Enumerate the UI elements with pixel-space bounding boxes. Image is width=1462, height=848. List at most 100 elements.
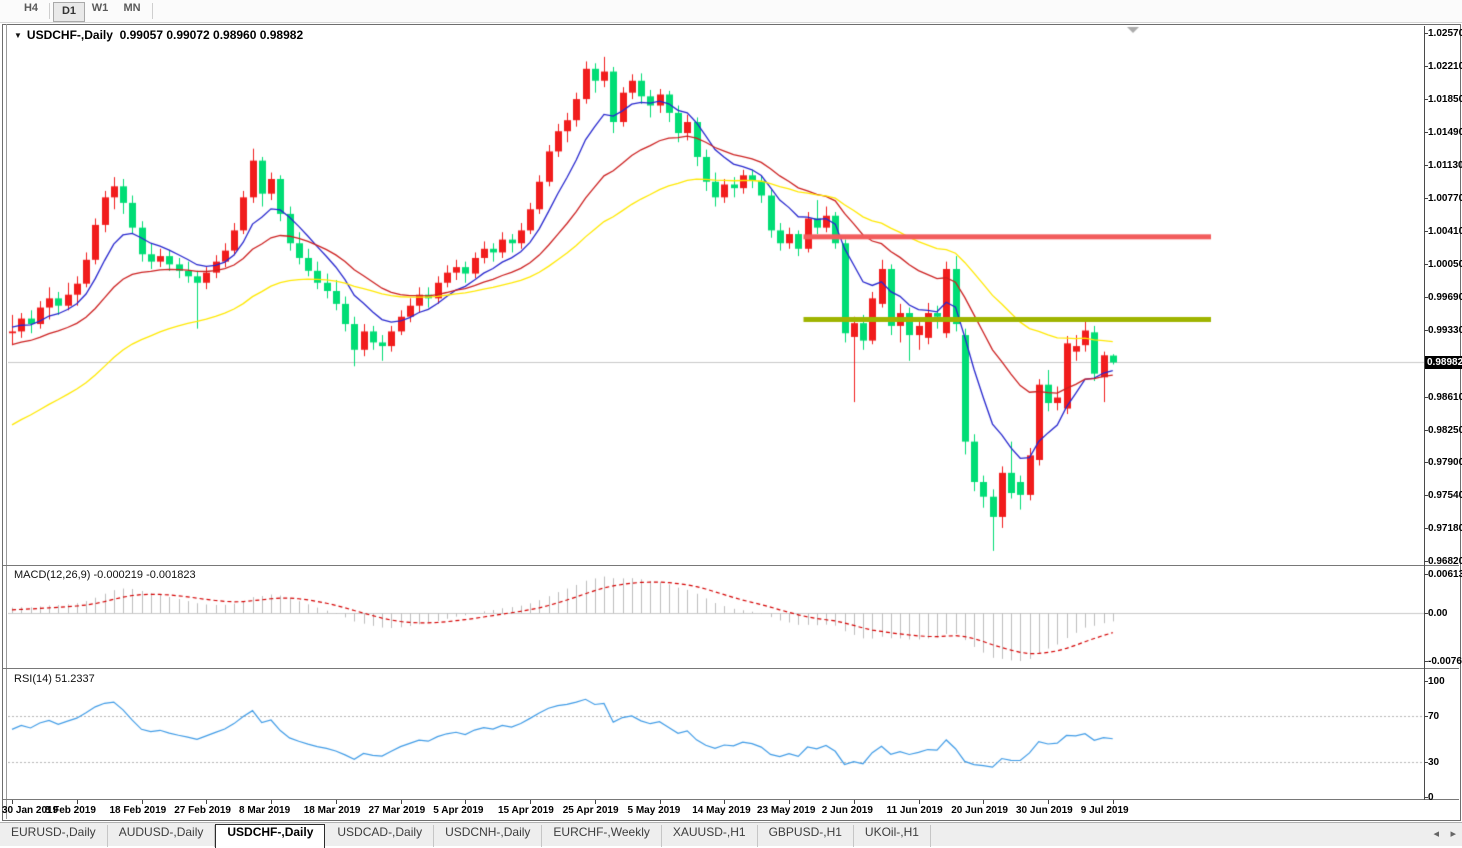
- tab-gbpusd-h1[interactable]: GBPUSD-,H1: [758, 825, 854, 847]
- macd-indicator-pane[interactable]: [8, 567, 1424, 668]
- price-axis-tick: [1424, 330, 1428, 331]
- tab-xauusd-h1[interactable]: XAUUSD-,H1: [662, 825, 758, 847]
- toolbar-separator: [152, 3, 153, 19]
- time-axis-label: 20 Jun 2019: [951, 805, 1008, 816]
- symbol-dropdown-icon[interactable]: ▼: [14, 31, 22, 40]
- time-axis-label: 18 Feb 2019: [109, 805, 167, 816]
- time-axis-label: 5 Apr 2019: [433, 805, 484, 816]
- rsi-indicator-pane[interactable]: [8, 670, 1424, 798]
- time-axis-tick: [983, 800, 984, 804]
- time-axis-tick: [77, 800, 78, 804]
- time-axis-tick: [1113, 800, 1114, 804]
- price-axis-tick: [1424, 231, 1428, 232]
- price-axis-tick: [1424, 561, 1428, 562]
- rsi-axis-tick: [1424, 681, 1428, 682]
- macd-axis-label: 0.00613: [1428, 569, 1462, 580]
- time-axis-tick: [271, 800, 272, 804]
- chart-title: ▼ USDCHF-,Daily 0.99057 0.99072 0.98960 0…: [14, 28, 303, 42]
- time-axis-label: 11 Jun 2019: [886, 805, 943, 816]
- time-axis-tick: [919, 800, 920, 804]
- price-axis-label: 1.00410: [1428, 226, 1462, 238]
- time-axis-tick: [336, 800, 337, 804]
- time-axis-label: 8 Feb 2019: [44, 805, 96, 816]
- price-axis-label: 1.02210: [1428, 61, 1462, 73]
- macd-axis-tick: [1424, 613, 1428, 614]
- macd-axis-label: 0.00: [1428, 608, 1448, 619]
- tab-audusd-daily[interactable]: AUDUSD-,Daily: [108, 825, 216, 847]
- price-axis-label: 0.98250: [1428, 424, 1462, 436]
- time-axis-tick: [12, 800, 13, 804]
- timeframe-button-mn[interactable]: MN: [117, 2, 147, 20]
- time-axis-label: 23 May 2019: [757, 805, 816, 816]
- macd-axis-tick: [1424, 574, 1428, 575]
- rsi-name: RSI(14): [14, 673, 52, 685]
- price-axis-tick: [1424, 495, 1428, 496]
- toolbar-separator: [49, 3, 50, 19]
- time-axis-tick: [854, 800, 855, 804]
- timeframe-button-h4[interactable]: H4: [16, 2, 46, 20]
- price-axis-tick: [1424, 33, 1428, 34]
- timeframe-button-d1[interactable]: D1: [53, 2, 85, 22]
- chart-symbol-label: USDCHF-,Daily: [26, 28, 113, 42]
- time-axis-tick: [206, 800, 207, 804]
- tab-usdcad-daily[interactable]: USDCAD-,Daily: [326, 825, 435, 847]
- rsi-axis-label: 100: [1428, 676, 1445, 687]
- price-axis-label: 0.97180: [1428, 522, 1462, 534]
- macd-values: -0.000219 -0.001823: [93, 569, 196, 581]
- price-axis-label: 1.01850: [1428, 94, 1462, 106]
- tab-eurchf-weekly[interactable]: EURCHF-,Weekly: [542, 825, 662, 847]
- time-axis-tick: [789, 800, 790, 804]
- price-axis-label: 0.98610: [1428, 391, 1462, 403]
- price-axis-tick: [1424, 462, 1428, 463]
- rsi-axis-tick: [1424, 797, 1428, 798]
- price-chart-pane[interactable]: [8, 26, 1424, 565]
- price-axis-tick: [1424, 297, 1428, 298]
- tab-scroll-nav: ◂ ▸: [1425, 827, 1456, 840]
- time-axis-label: 14 May 2019: [692, 805, 751, 816]
- pane-splitter: [3, 799, 1459, 800]
- time-axis-tick: [142, 800, 143, 804]
- time-axis-tick: [724, 800, 725, 804]
- rsi-axis-label: 0: [1428, 792, 1434, 803]
- time-axis-tick: [660, 800, 661, 804]
- tab-scroll-left-icon[interactable]: ◂: [1433, 827, 1439, 840]
- price-axis-tick: [1424, 397, 1428, 398]
- tab-eurusd-daily[interactable]: EURUSD-,Daily: [0, 825, 108, 847]
- pane-splitter[interactable]: [3, 565, 1459, 566]
- time-axis-label: 8 Mar 2019: [239, 805, 291, 816]
- macd-label: MACD(12,26,9) -0.000219 -0.001823: [14, 569, 196, 581]
- tab-scroll-right-icon[interactable]: ▸: [1450, 827, 1456, 840]
- tab-usdchf-daily[interactable]: USDCHF-,Daily: [215, 824, 326, 848]
- chart-window-inner-border: [6, 24, 7, 819]
- price-axis-tick: [1424, 528, 1428, 529]
- time-axis-label: 18 Mar 2019: [303, 805, 361, 816]
- rsi-axis-tick: [1424, 716, 1428, 717]
- price-axis-label: 0.99330: [1428, 325, 1462, 337]
- price-axis-tick: [1424, 264, 1428, 265]
- macd-axis-tick: [1424, 661, 1428, 662]
- time-axis-tick: [465, 800, 466, 804]
- rsi-axis-label: 30: [1428, 757, 1440, 768]
- price-axis-tick: [1424, 198, 1428, 199]
- tab-ukoil-h1[interactable]: UKOil-,H1: [854, 825, 931, 847]
- price-axis-label: 1.01490: [1428, 127, 1462, 139]
- macd-axis-label: -0.00761: [1428, 656, 1462, 667]
- timeframe-toolbar: H4 D1 W1 MN: [0, 0, 1462, 23]
- tab-usdcnh-daily[interactable]: USDCNH-,Daily: [434, 825, 543, 847]
- timeframe-button-w1[interactable]: W1: [85, 2, 115, 20]
- price-axis-label: 0.97540: [1428, 489, 1462, 501]
- price-axis-label: 1.02570: [1428, 27, 1462, 39]
- price-scale-border: [1424, 26, 1425, 800]
- price-axis-tick: [1424, 430, 1428, 431]
- pane-splitter[interactable]: [3, 668, 1459, 669]
- time-axis-label: 30 Jun 2019: [1016, 805, 1073, 816]
- time-axis-tick: [401, 800, 402, 804]
- macd-name: MACD(12,26,9): [14, 569, 91, 581]
- time-axis-tick: [595, 800, 596, 804]
- time-axis-tick: [1048, 800, 1049, 804]
- time-axis-label: 15 Apr 2019: [498, 805, 554, 816]
- rsi-label: RSI(14) 51.2337: [14, 673, 95, 685]
- time-axis-label: 5 May 2019: [627, 805, 681, 816]
- time-axis-label: 9 Jul 2019: [1080, 805, 1129, 816]
- price-axis-label: 1.01130: [1428, 160, 1462, 172]
